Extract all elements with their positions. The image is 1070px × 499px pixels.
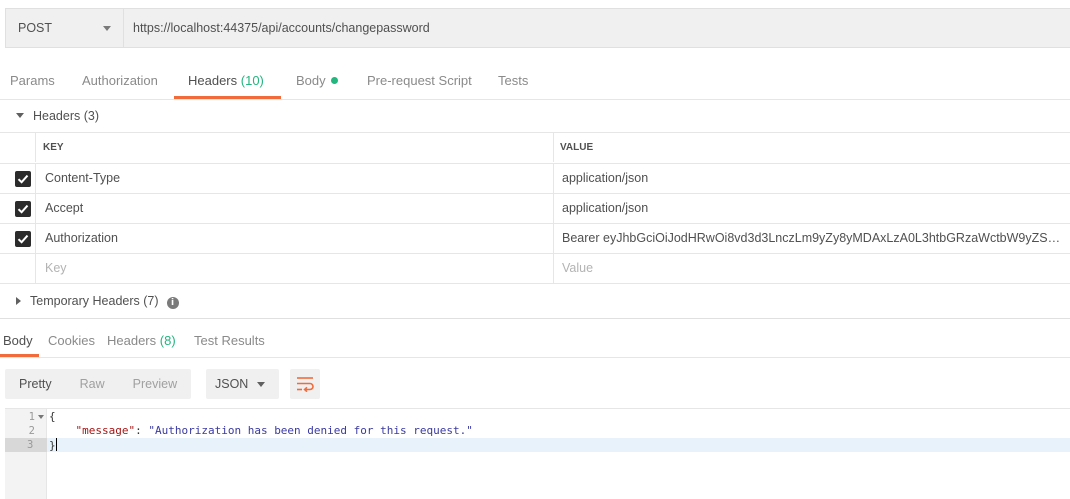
close-brace: } — [49, 439, 56, 452]
tab-pre-request-script[interactable]: Pre-request Script — [367, 62, 472, 99]
key-column-header: KEY — [36, 133, 554, 162]
active-tab-underline — [174, 96, 281, 99]
fold-caret-icon[interactable] — [38, 415, 44, 419]
header-key[interactable]: Authorization — [36, 224, 554, 253]
table-header-row: KEY VALUE — [0, 132, 1070, 162]
response-body-editor[interactable]: 1 2 3 { "message": "Authorization has be… — [5, 408, 1070, 499]
response-tabs: Body Cookies Headers (8) Test Results — [0, 322, 1070, 358]
header-value[interactable]: Bearer eyJhbGciOiJodHRwOi8vd3d3LnczLm9yZ… — [554, 224, 1070, 253]
tab-label: Body — [296, 73, 326, 88]
section-divider — [0, 318, 1070, 319]
current-line-highlight — [47, 438, 1070, 452]
table-row: Authorization Bearer eyJhbGciOiJodHRwOi8… — [0, 223, 1070, 253]
chevron-down-icon — [257, 382, 265, 387]
headers-section-toggle[interactable]: Headers (3) — [16, 109, 99, 123]
temporary-headers-title: Temporary Headers (7) — [30, 294, 159, 308]
table-row: Accept application/json — [0, 193, 1070, 223]
table-row: Content-Type application/json — [0, 163, 1070, 193]
tab-authorization[interactable]: Authorization — [82, 62, 158, 99]
header-value[interactable]: application/json — [554, 164, 1070, 193]
tab-body[interactable]: Body — [296, 62, 338, 99]
tab-label: Headers — [107, 333, 157, 348]
tab-response-headers[interactable]: Headers (8) — [107, 322, 176, 357]
tab-headers[interactable]: Headers (10) — [188, 62, 264, 99]
checkmark-icon — [17, 234, 29, 244]
wrap-lines-button[interactable] — [290, 369, 320, 399]
method-label: POST — [18, 21, 53, 35]
body-indicator-dot — [330, 77, 338, 84]
table-row-new: Key Value — [0, 253, 1070, 284]
temporary-headers-toggle[interactable]: Temporary Headers (7) i — [16, 294, 179, 309]
tab-test-results[interactable]: Test Results — [194, 322, 265, 357]
request-tabs: Params Authorization Headers (10) Body P… — [0, 62, 1070, 100]
header-enabled-checkbox[interactable] — [15, 201, 31, 217]
caret-down-icon — [16, 113, 24, 118]
header-value[interactable]: application/json — [554, 194, 1070, 223]
tab-count: (8) — [159, 333, 176, 348]
code-line-1: { — [49, 410, 56, 424]
line-number: 3 — [5, 438, 47, 452]
format-label: JSON — [215, 377, 249, 391]
code-line-3: } — [49, 438, 57, 452]
new-key-input[interactable]: Key — [36, 254, 554, 283]
header-enabled-checkbox[interactable] — [15, 231, 31, 247]
tab-label: Authorization — [82, 73, 158, 88]
caret-right-icon — [16, 297, 21, 305]
line-number: 2 — [28, 425, 35, 437]
header-key[interactable]: Accept — [36, 194, 554, 223]
pretty-mode-button[interactable]: Pretty — [5, 369, 66, 399]
headers-section-title: Headers (3) — [33, 109, 99, 123]
tab-label: Headers — [188, 73, 238, 88]
wrap-lines-icon — [297, 377, 314, 392]
header-enabled-checkbox[interactable] — [15, 171, 31, 187]
checkbox-cell — [0, 194, 36, 223]
checkbox-cell — [0, 224, 36, 253]
tab-label: Pre-request Script — [367, 73, 472, 88]
value-column-header: VALUE — [560, 142, 594, 153]
line-number: 1 — [28, 411, 35, 423]
tab-tests[interactable]: Tests — [498, 62, 528, 99]
preview-mode-button[interactable]: Preview — [119, 369, 191, 399]
tab-count: (10) — [240, 73, 264, 88]
active-tab-underline — [0, 354, 39, 357]
view-mode-segmented: Pretty Raw Preview — [5, 369, 192, 399]
json-key: "message" — [75, 424, 136, 437]
tab-label: Tests — [498, 73, 529, 88]
tab-cookies[interactable]: Cookies — [48, 322, 95, 357]
checkmark-icon — [17, 204, 29, 214]
info-icon[interactable]: i — [166, 297, 179, 309]
url-input[interactable]: https://localhost:44375/api/accounts/cha… — [133, 9, 430, 47]
checkmark-icon — [17, 174, 29, 184]
header-key[interactable]: Content-Type — [36, 164, 554, 193]
open-brace: { — [49, 410, 56, 423]
text-cursor — [55, 438, 57, 451]
json-colon: : — [135, 424, 149, 437]
method-select[interactable]: POST — [6, 9, 124, 47]
tab-response-body[interactable]: Body — [3, 322, 33, 357]
json-value: "Authorization has been denied for this … — [148, 424, 473, 437]
tab-label: Params — [10, 73, 55, 88]
raw-mode-button[interactable]: Raw — [66, 369, 119, 399]
tab-label: Body — [3, 333, 33, 348]
tab-label: Test Results — [194, 333, 265, 348]
tab-label: Cookies — [48, 333, 95, 348]
line-number-gutter: 1 2 3 — [5, 409, 47, 499]
tab-params[interactable]: Params — [10, 62, 55, 99]
format-select[interactable]: JSON — [206, 369, 279, 399]
new-value-input[interactable]: Value — [554, 254, 1070, 283]
code-line-2: "message": "Authorization has been denie… — [49, 424, 473, 438]
checkbox-column-header — [0, 133, 36, 162]
url-bar: POST https://localhost:44375/api/account… — [5, 8, 1070, 48]
checkbox-cell — [0, 164, 36, 193]
chevron-down-icon — [103, 26, 111, 31]
checkbox-cell — [0, 254, 36, 283]
